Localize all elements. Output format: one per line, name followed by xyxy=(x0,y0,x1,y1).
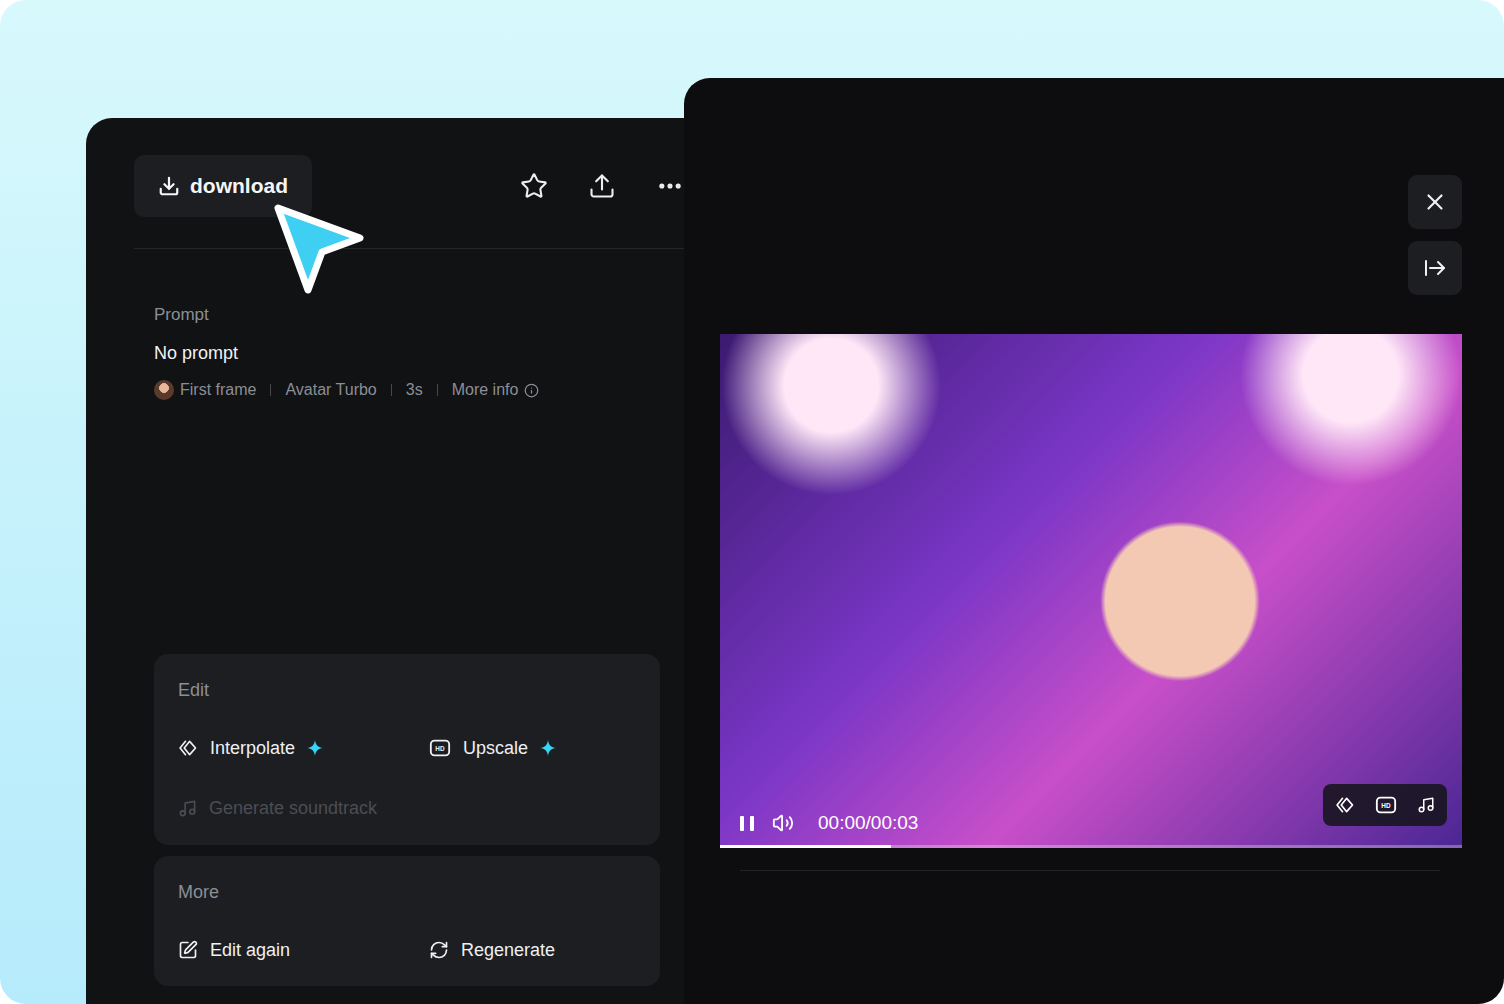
meta-item[interactable]: More info xyxy=(452,381,540,399)
music-icon xyxy=(178,799,197,818)
svg-text:HD: HD xyxy=(1381,802,1391,809)
header-toolbar: download xyxy=(134,155,684,217)
card-title: Edit xyxy=(178,678,636,702)
edit-card: Edit InterpolateHDUpscaleGenerate soundtr… xyxy=(154,654,660,845)
player-controls: 00:00/00:03 xyxy=(740,812,918,834)
share-button[interactable] xyxy=(588,172,616,200)
desktop: download Prompt No prompt First frame Avatar… xyxy=(0,0,1504,1004)
card-title: More xyxy=(178,880,636,904)
favorite-button[interactable] xyxy=(520,172,548,200)
pause-icon[interactable] xyxy=(740,816,754,831)
meta-separator xyxy=(270,384,271,396)
panel-buttons xyxy=(1408,175,1462,295)
video-player[interactable]: 00:00/00:03 HD xyxy=(720,334,1462,848)
sparkle-icon xyxy=(540,740,556,756)
prompt-label: Prompt xyxy=(154,305,660,325)
time-display: 00:00/00:03 xyxy=(818,812,918,834)
hd-icon: HD xyxy=(1375,794,1397,816)
bottom-divider xyxy=(740,870,1440,871)
close-icon xyxy=(1422,189,1448,215)
music-icon[interactable] xyxy=(1417,796,1435,814)
sparkle-icon xyxy=(307,740,323,756)
collapse-icon xyxy=(1423,256,1447,280)
detail-body: Prompt No prompt First frame Avatar Turbo 3s… xyxy=(154,249,660,986)
meta-separator xyxy=(437,384,438,396)
collapse-button[interactable] xyxy=(1408,241,1462,295)
more-button[interactable] xyxy=(656,172,684,200)
action-cards: Edit InterpolateHDUpscaleGenerate soundtr… xyxy=(154,654,660,986)
meta-item: 3s xyxy=(406,381,423,399)
action-button: Generate soundtrack xyxy=(178,778,429,838)
action-grid: Edit againRegenerate xyxy=(178,920,636,980)
preview-panel: 00:00/00:03 HD xyxy=(684,78,1504,1004)
ellipsis-icon xyxy=(656,172,684,200)
detail-panel: download Prompt No prompt First frame Avatar… xyxy=(86,118,706,1004)
prompt-value: No prompt xyxy=(154,343,660,364)
meta-separator xyxy=(391,384,392,396)
action-button[interactable]: Interpolate xyxy=(178,718,429,778)
cursor-icon xyxy=(268,196,368,296)
regenerate-icon xyxy=(429,940,449,960)
action-button[interactable]: Edit again xyxy=(178,920,429,980)
progress-track[interactable] xyxy=(720,845,1462,848)
edit-icon xyxy=(178,940,198,960)
share-icon xyxy=(588,172,616,200)
meta-item: First frame xyxy=(154,380,256,400)
video-frame xyxy=(720,334,1462,848)
video-toolstrip: HD xyxy=(1323,784,1447,826)
close-button[interactable] xyxy=(1408,175,1462,229)
first-frame-thumbnail xyxy=(154,380,174,400)
action-button[interactable]: Regenerate xyxy=(429,920,636,980)
progress-fill xyxy=(720,845,891,848)
info-icon xyxy=(524,383,539,398)
volume-icon[interactable] xyxy=(772,812,794,834)
download-icon xyxy=(158,175,180,197)
meta-row: First frame Avatar Turbo 3s More info xyxy=(154,380,660,400)
interpolate-icon xyxy=(1335,795,1355,815)
hd-icon: HD xyxy=(429,737,451,759)
meta-item: Avatar Turbo xyxy=(285,381,376,399)
interpolate-icon xyxy=(178,738,198,758)
action-grid: InterpolateHDUpscaleGenerate soundtrack xyxy=(178,718,636,838)
more-card: More Edit againRegenerate xyxy=(154,856,660,986)
star-icon xyxy=(520,172,548,200)
action-button[interactable]: HDUpscale xyxy=(429,718,636,778)
svg-text:HD: HD xyxy=(435,745,445,752)
header-divider xyxy=(134,248,684,249)
